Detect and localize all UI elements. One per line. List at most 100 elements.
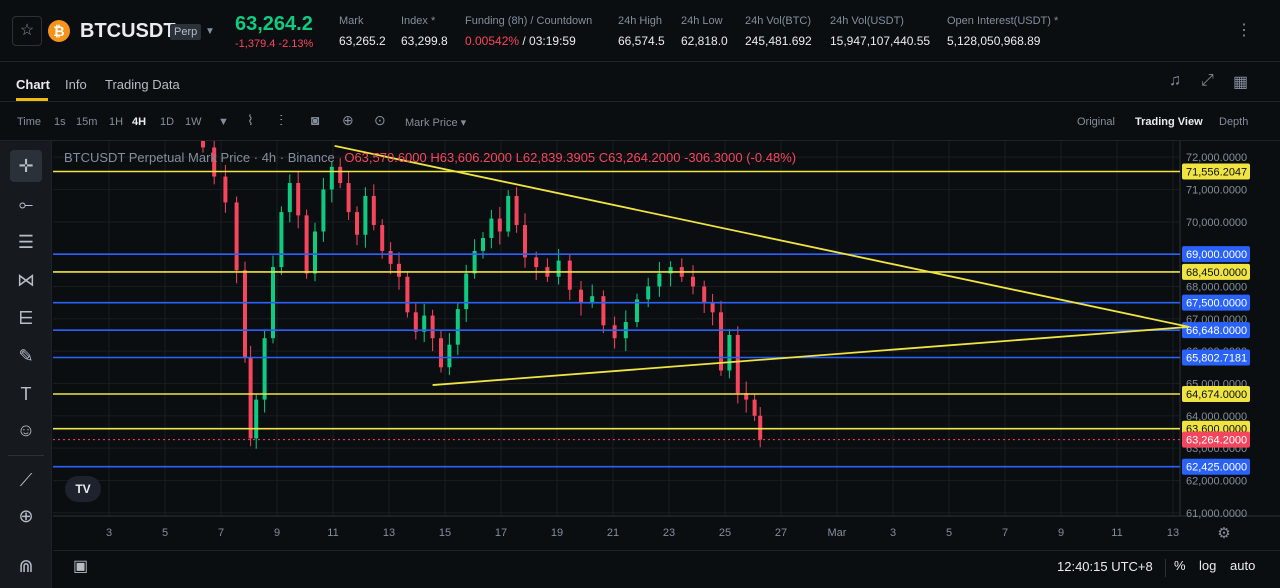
x-tick-label: 11 <box>327 527 338 539</box>
price-chart[interactable]: 72,000.0000 71,000.0000 70,000.0000 69,000.… <box>53 131 1280 550</box>
text-icon[interactable]: T <box>10 378 42 410</box>
clock[interactable]: 12:40:15 UTC+8 <box>1057 559 1153 574</box>
stat-label: Funding (8h) / Countdown <box>465 15 593 27</box>
symbol-name[interactable]: BTCUSDT <box>80 20 176 43</box>
candle-type-icon[interactable]: ⵗ <box>279 112 283 129</box>
auto-scale-button[interactable]: auto <box>1230 558 1255 573</box>
tab-info[interactable]: Info <box>65 77 87 92</box>
x-tick-label: 13 <box>383 527 395 539</box>
x-tick-label: 5 <box>946 527 952 539</box>
candle-body <box>223 176 228 203</box>
brush-icon[interactable]: ✎ <box>10 340 42 372</box>
funding-rate: 0.00542% <box>465 34 520 48</box>
candle-body <box>646 286 651 300</box>
stat-label[interactable]: Index * <box>401 15 448 27</box>
y-tick-label: 61,000.0000 <box>1186 508 1247 520</box>
interval-4h[interactable]: 4H <box>132 116 146 128</box>
candle-body <box>243 270 247 358</box>
chart-canvas[interactable]: 72,000.0000 71,000.0000 70,000.0000 69,000.… <box>53 131 1280 550</box>
price-label: 68,450.0000 <box>1186 267 1247 279</box>
candle-body <box>447 344 452 368</box>
x-tick-label: 3 <box>106 527 112 539</box>
chevron-down-icon: ▾ <box>460 117 467 129</box>
more-icon[interactable]: ⋮ <box>1236 20 1253 40</box>
candle-body <box>338 166 343 184</box>
candle-body <box>489 218 494 238</box>
x-tick-label: Mar <box>828 527 847 539</box>
layout-grid-icon[interactable]: ▦ <box>1233 72 1248 92</box>
fib-retracement-icon[interactable]: ⋿ <box>10 302 42 334</box>
candle-body <box>497 218 502 232</box>
view-depth[interactable]: Depth <box>1219 116 1248 128</box>
settings-icon[interactable]: ⊙ <box>374 112 386 129</box>
interval-1w[interactable]: 1W <box>185 116 202 128</box>
y-tick-label: 70,000.0000 <box>1186 217 1247 229</box>
chevron-down-icon[interactable]: ▼ <box>205 26 215 37</box>
x-tick-label: 17 <box>495 527 507 539</box>
view-original[interactable]: Original <box>1077 116 1115 128</box>
add-indicator-icon[interactable]: ⊕ <box>342 112 354 129</box>
interval-time[interactable]: Time <box>17 116 41 128</box>
favorite-star-icon[interactable]: ☆ <box>12 16 42 46</box>
price-type-select[interactable]: Mark Price ▾ <box>405 116 466 129</box>
view-trading-view[interactable]: Trading View <box>1135 116 1203 128</box>
stat-24h-low: 24h Low 62,818.0 <box>681 15 728 48</box>
chart-legend: BTCUSDT Perpetual Mark Price · 4h · Bina… <box>64 150 796 165</box>
interval-1d[interactable]: 1D <box>160 116 174 128</box>
tab-trading-data[interactable]: Trading Data <box>105 77 180 92</box>
candle-body <box>397 263 401 277</box>
price-type-label: Mark Price <box>405 117 458 129</box>
candle-body <box>279 212 284 268</box>
candle-body <box>201 137 205 148</box>
ruler-icon[interactable]: ⟋ <box>10 464 42 496</box>
candle-body <box>405 276 410 313</box>
horizontal-lines-icon[interactable]: ☰ <box>10 226 42 258</box>
tradingview-logo[interactable]: TV <box>65 476 101 502</box>
x-tick-label: 27 <box>775 527 787 539</box>
emoji-icon[interactable]: ☺ <box>10 414 42 446</box>
y-tick-label: 71,000.0000 <box>1186 184 1247 196</box>
calendar-icon[interactable]: ▣ <box>73 556 88 576</box>
percent-scale-button[interactable]: % <box>1174 558 1186 573</box>
trendline-icon[interactable]: ⟜ <box>10 188 42 220</box>
tab-chart[interactable]: Chart <box>16 77 50 92</box>
candle-body <box>439 338 443 368</box>
price-label: 66,648.0000 <box>1186 325 1247 337</box>
axis-settings-icon[interactable]: ⚙ <box>1217 525 1230 542</box>
candle-body <box>304 215 309 274</box>
candle-body <box>556 260 561 277</box>
interval-15m[interactable]: 15m <box>76 116 97 128</box>
x-tick-label: 7 <box>218 527 224 539</box>
zoom-in-icon[interactable]: ⊕ <box>10 500 42 532</box>
x-tick-label: 15 <box>439 527 451 539</box>
stat-label: 24h High <box>618 15 663 27</box>
candle-body <box>413 312 418 332</box>
interval-1h[interactable]: 1H <box>109 116 123 128</box>
candle-body <box>727 334 732 371</box>
interval-1s[interactable]: 1s <box>54 116 66 128</box>
stat-index: Index * 63,299.8 <box>401 15 448 48</box>
interval-more-icon[interactable]: ▼ <box>218 116 229 128</box>
candle-body <box>422 315 427 332</box>
log-scale-button[interactable]: log <box>1199 558 1216 573</box>
drawing-toolbar: ✛ ⟜ ☰ ⋈ ⋿ ✎ T ☺ ⟋ ⊕ ⋒ <box>0 141 52 588</box>
expand-icon[interactable]: ⤢ <box>1201 72 1214 90</box>
price-label: 67,500.0000 <box>1186 298 1247 310</box>
stat-label: 24h Vol(BTC) <box>745 15 812 27</box>
indicators-icon[interactable]: ⌇ <box>247 112 254 129</box>
crosshair-icon[interactable]: ✛ <box>10 150 42 182</box>
magnet-icon[interactable]: ⋒ <box>10 550 42 582</box>
candle-body <box>254 399 259 439</box>
y-tick-label: 72,000.0000 <box>1186 152 1247 164</box>
stat-label[interactable]: Open Interest(USDT) * <box>947 15 1058 27</box>
pattern-icon[interactable]: ⋈ <box>10 264 42 296</box>
candle-body <box>735 334 740 394</box>
last-price: 63,264.2 <box>235 13 313 35</box>
stat-value: 5,128,050,968.89 <box>947 34 1041 48</box>
bitcoin-icon: ₿ <box>48 20 70 42</box>
stat-label: 24h Low <box>681 15 723 27</box>
legend-ohlc: O63,570.6000 H63,606.2000 L62,839.3905 C… <box>344 150 797 165</box>
screenshot-icon[interactable]: ◙ <box>311 112 319 128</box>
alert-bell-icon[interactable]: ♫ <box>1169 72 1181 90</box>
candle-body <box>262 338 267 400</box>
